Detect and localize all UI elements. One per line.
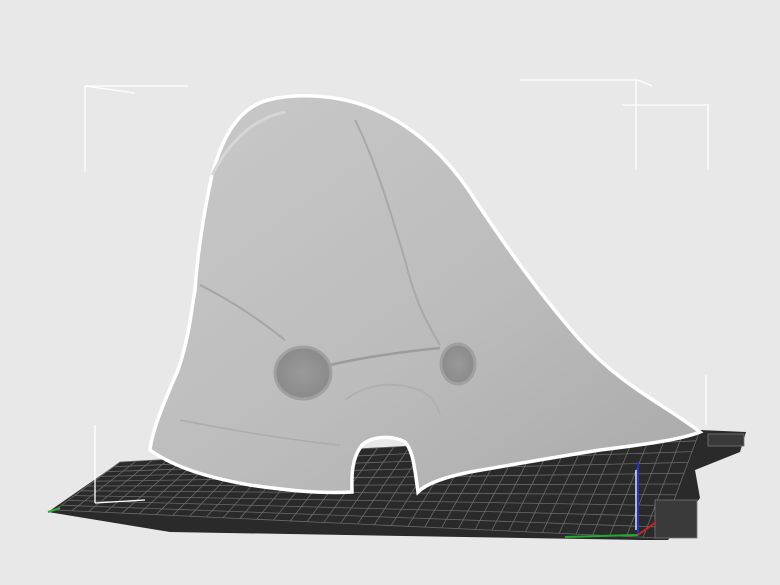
scene-canvas[interactable] (0, 0, 780, 585)
model-surface[interactable] (148, 94, 704, 496)
right-eye-hole (439, 342, 477, 386)
bed-tab-bottom (654, 499, 698, 539)
3d-viewport[interactable] (0, 0, 780, 585)
left-eye-hole (273, 345, 333, 401)
mask-model-icon[interactable] (148, 94, 704, 496)
bed-tab-top (707, 433, 745, 447)
